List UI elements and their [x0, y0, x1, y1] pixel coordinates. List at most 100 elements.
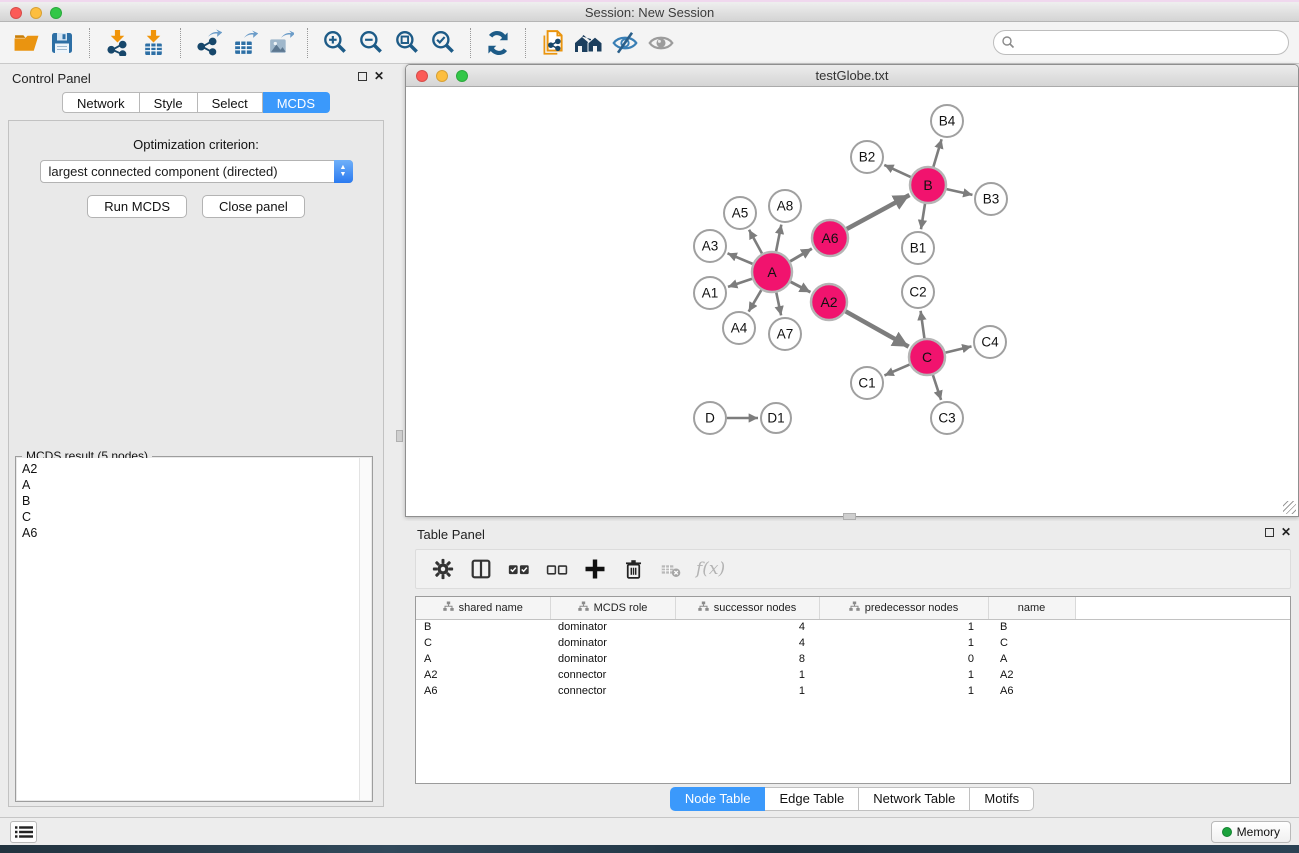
network-canvas[interactable]: A A6 A2 B C A5 A8 A3 A1A4 A7 B2 B4 B3 B1 C2 C4 C1 C3 D D1 [406, 88, 1298, 516]
export-image-icon[interactable] [265, 28, 295, 58]
table-row[interactable]: A6connector11A6 [416, 683, 1290, 699]
zoom-in-icon[interactable] [320, 28, 350, 58]
function-builder-icon[interactable]: f(x) [696, 559, 725, 579]
graph-edge-B-B1[interactable] [921, 204, 925, 229]
graph-node-A7[interactable]: A7 [769, 318, 801, 350]
graph-node-A4[interactable]: A4 [723, 312, 755, 344]
graph-edge-C-C1[interactable] [884, 365, 909, 376]
graph-node-B2[interactable]: B2 [851, 141, 883, 173]
graph-node-C[interactable]: C [909, 339, 945, 375]
graph-edge-A6-B[interactable] [847, 195, 910, 229]
column-header-mcds-role[interactable]: MCDS role [550, 597, 675, 619]
graph-edge-A-A8[interactable] [776, 225, 781, 252]
close-panel-icon[interactable]: ✕ [374, 71, 384, 82]
column-header-shared-name[interactable]: shared name [416, 597, 550, 619]
graph-edge-C-C3[interactable] [933, 375, 941, 400]
zoom-out-icon[interactable] [356, 28, 386, 58]
graph-edge-A-A2[interactable] [791, 282, 811, 292]
graph-node-A3[interactable]: A3 [694, 230, 726, 262]
graph-node-D1[interactable]: D1 [761, 403, 791, 433]
graph-node-A1[interactable]: A1 [694, 277, 726, 309]
delete-table-icon[interactable] [657, 555, 685, 583]
graph-node-C2[interactable]: C2 [902, 276, 934, 308]
open-session-icon[interactable] [11, 28, 41, 58]
graph-node-C4[interactable]: C4 [974, 326, 1006, 358]
result-list-scrollbar[interactable] [359, 458, 371, 800]
graph-edge-A2-C[interactable] [846, 311, 909, 346]
column-header-name[interactable]: name [988, 597, 1075, 619]
graph-edge-B-B4[interactable] [933, 139, 941, 167]
graph-node-B4[interactable]: B4 [931, 105, 963, 137]
graph-node-A2[interactable]: A2 [811, 284, 847, 320]
delete-columns-icon[interactable] [619, 555, 647, 583]
zoom-selected-icon[interactable] [428, 28, 458, 58]
tab-edge-table[interactable]: Edge Table [765, 787, 859, 811]
criterion-dropdown[interactable]: largest connected component (directed) ▲… [40, 160, 353, 183]
apply-layout-icon[interactable] [483, 28, 513, 58]
graph-edge-B-B3[interactable] [947, 189, 973, 195]
select-all-rows-icon[interactable] [505, 555, 533, 583]
zoom-fit-icon[interactable] [392, 28, 422, 58]
memory-button[interactable]: Memory [1211, 821, 1291, 843]
tab-network[interactable]: Network [62, 92, 140, 113]
search-input[interactable] [993, 30, 1289, 55]
window-resize-grip[interactable] [1283, 501, 1296, 514]
graph-edge-A-A3[interactable] [728, 253, 753, 264]
network-graph[interactable]: A A6 A2 B C A5 A8 A3 A1A4 A7 B2 B4 B3 B1 C2 C4 C1 C3 D D1 [406, 88, 1298, 516]
tab-mcds[interactable]: MCDS [263, 92, 330, 113]
graph-node-B3[interactable]: B3 [975, 183, 1007, 215]
graph-node-A[interactable]: A [752, 252, 792, 292]
mcds-result-item[interactable]: A6 [22, 525, 359, 541]
graph-node-D[interactable]: D [694, 402, 726, 434]
mcds-result-item[interactable]: A2 [22, 461, 359, 477]
close-table-panel-icon[interactable]: ✕ [1281, 527, 1291, 538]
import-table-icon[interactable] [138, 28, 168, 58]
float-panel-icon[interactable] [358, 72, 367, 81]
export-network-icon[interactable] [193, 28, 223, 58]
deselect-all-rows-icon[interactable] [543, 555, 571, 583]
graph-node-A5[interactable]: A5 [724, 197, 756, 229]
add-column-icon[interactable] [581, 555, 609, 583]
clone-network-icon[interactable] [538, 28, 568, 58]
save-session-icon[interactable] [47, 28, 77, 58]
table-row[interactable]: Bdominator41B [416, 619, 1290, 635]
table-row[interactable]: A2connector11A2 [416, 667, 1290, 683]
graph-edge-A-A7[interactable] [776, 293, 781, 316]
tab-network-table[interactable]: Network Table [859, 787, 970, 811]
graph-node-A8[interactable]: A8 [769, 190, 801, 222]
table-options-gear-icon[interactable] [429, 555, 457, 583]
tab-node-table[interactable]: Node Table [670, 787, 766, 811]
graph-edge-C-C2[interactable] [921, 311, 925, 338]
column-header-predecessor-nodes[interactable]: predecessor nodes [819, 597, 988, 619]
show-graphics-details-icon[interactable] [646, 28, 676, 58]
mcds-result-item[interactable]: A [22, 477, 359, 493]
export-table-icon[interactable] [229, 28, 259, 58]
home-view-icon[interactable] [574, 28, 604, 58]
graph-node-A6[interactable]: A6 [812, 220, 848, 256]
tab-style[interactable]: Style [140, 92, 198, 113]
hide-graphics-details-icon[interactable] [610, 28, 640, 58]
graph-edge-A-A1[interactable] [728, 279, 752, 287]
import-network-icon[interactable] [102, 28, 132, 58]
tab-motifs[interactable]: Motifs [970, 787, 1034, 811]
horizontal-splitter-grip[interactable] [843, 513, 856, 520]
graph-node-C1[interactable]: C1 [851, 367, 883, 399]
table-row[interactable]: Cdominator41C [416, 635, 1290, 651]
graph-node-C3[interactable]: C3 [931, 402, 963, 434]
close-panel-button[interactable]: Close panel [202, 195, 305, 218]
graph-edge-A-A5[interactable] [749, 230, 762, 254]
table-row[interactable]: Adominator80A [416, 651, 1290, 667]
float-table-panel-icon[interactable] [1265, 528, 1274, 537]
graph-edge-A-A6[interactable] [790, 249, 812, 262]
tab-select[interactable]: Select [198, 92, 263, 113]
graph-edge-C-C4[interactable] [945, 346, 971, 352]
graph-node-B[interactable]: B [910, 167, 946, 203]
graph-edge-A-A4[interactable] [749, 290, 762, 312]
graph-node-B1[interactable]: B1 [902, 232, 934, 264]
column-selector-icon[interactable] [467, 555, 495, 583]
vertical-splitter-grip[interactable] [396, 430, 403, 442]
graph-edge-B-B2[interactable] [884, 165, 910, 177]
task-history-button[interactable] [10, 821, 37, 843]
column-header-successor-nodes[interactable]: successor nodes [675, 597, 819, 619]
mcds-result-item[interactable]: C [22, 509, 359, 525]
